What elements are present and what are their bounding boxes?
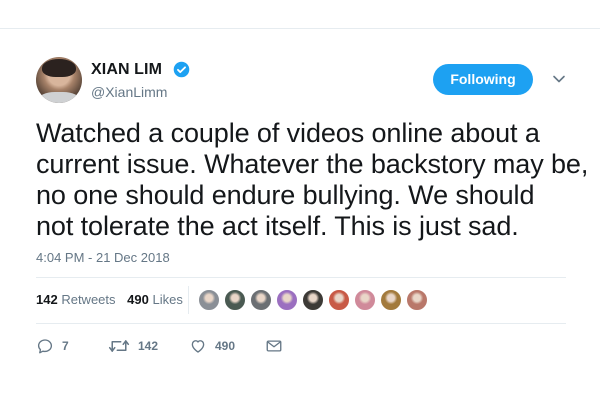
like-count: 490: [215, 339, 236, 353]
liker-avatar[interactable]: [328, 289, 350, 311]
likes-stat[interactable]: 490 Likes: [127, 292, 183, 307]
like-button[interactable]: 490: [189, 336, 235, 356]
reply-icon: [37, 339, 53, 354]
liker-avatar[interactable]: [276, 289, 298, 311]
message-button[interactable]: [265, 336, 291, 356]
divider: [36, 277, 566, 278]
tweet-timestamp[interactable]: 4:04 PM - 21 Dec 2018: [36, 250, 170, 265]
tweet-text-line: Watched a couple of videos online about …: [36, 118, 540, 148]
avatar-shirt: [38, 92, 80, 103]
tweet-text-line: not tolerate the act itself. This is jus…: [36, 211, 519, 241]
likes-label: Likes: [152, 292, 183, 307]
liker-avatar[interactable]: [380, 289, 402, 311]
profile-avatar[interactable]: [36, 57, 82, 103]
heart-icon: [191, 340, 205, 353]
retweet-count: 142: [138, 339, 159, 353]
retweet-button[interactable]: 142: [108, 336, 158, 356]
reply-button[interactable]: 7: [36, 336, 69, 356]
retweets-count: 142: [36, 292, 58, 307]
liker-avatar[interactable]: [224, 289, 246, 311]
liker-avatar[interactable]: [406, 289, 428, 311]
username[interactable]: @XianLimm: [91, 84, 167, 100]
liker-avatar[interactable]: [198, 289, 220, 311]
top-bar: [0, 0, 600, 29]
divider: [36, 323, 566, 324]
stats-separator: [188, 286, 189, 314]
avatar-hair: [42, 59, 76, 77]
chevron-down-icon[interactable]: [552, 74, 566, 84]
liker-avatar[interactable]: [302, 289, 324, 311]
envelope-icon: [266, 340, 282, 352]
tweet-text: Watched a couple of videos online about …: [36, 118, 589, 242]
tweet-text-line: current issue. Whatever the backstory ma…: [36, 149, 589, 179]
tweet-stats: 142 Retweets 490 Likes: [36, 292, 191, 307]
reply-count: 7: [62, 339, 69, 353]
retweets-label: Retweets: [61, 292, 116, 307]
display-name[interactable]: XIAN LIM: [91, 61, 162, 79]
tweet-text-line: no one should endure bullying. We should: [36, 180, 535, 210]
following-button[interactable]: Following: [433, 64, 533, 95]
liker-avatar[interactable]: [354, 289, 376, 311]
liker-avatar[interactable]: [250, 289, 272, 311]
likes-count: 490: [127, 292, 149, 307]
verified-badge-icon: [173, 61, 190, 78]
retweets-stat[interactable]: 142 Retweets: [36, 292, 116, 307]
retweet-icon: [108, 340, 130, 352]
